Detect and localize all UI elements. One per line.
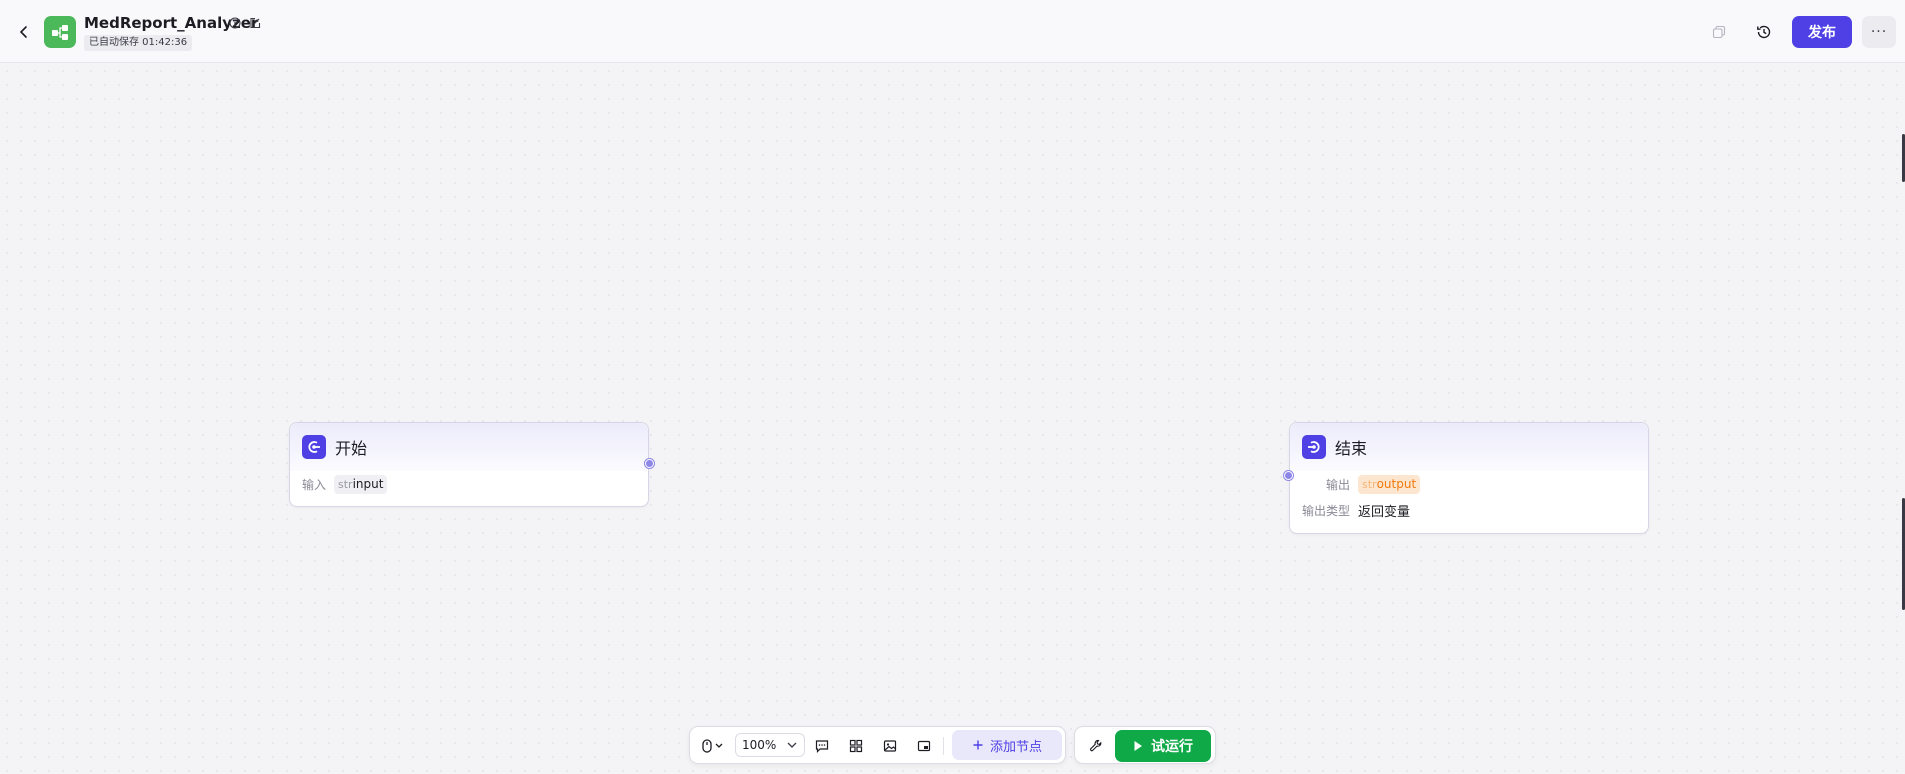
history-icon xyxy=(1757,25,1771,39)
start-input-variable: str input xyxy=(334,474,388,494)
start-node-title: 开始 xyxy=(335,439,368,458)
autosave-badge: 已自动保存 01:42:36 xyxy=(84,35,193,51)
canvas-toolbar: 100% 添加节点 xyxy=(689,726,1066,764)
comment-button[interactable] xyxy=(812,736,832,756)
workflow-icon xyxy=(52,25,68,40)
edit-icon[interactable] xyxy=(248,15,262,31)
trial-run-button[interactable]: 试运行 xyxy=(1115,730,1211,762)
start-output-port[interactable] xyxy=(645,459,654,468)
more-icon: ··· xyxy=(1870,24,1888,40)
chevron-down-icon xyxy=(787,742,797,748)
history-button[interactable] xyxy=(1754,22,1774,42)
start-icon xyxy=(302,435,326,459)
workflow-canvas[interactable]: 开始 输入 str input 结束 输出 str output 输出类型 返回… xyxy=(0,64,1905,774)
comment-icon xyxy=(815,740,829,753)
chevron-left-icon xyxy=(19,26,27,38)
zoom-select[interactable]: 100% xyxy=(735,733,805,757)
start-node[interactable]: 开始 输入 str input xyxy=(289,422,654,507)
end-output-type-value: 返回变量 xyxy=(1358,504,1411,520)
copy-icon xyxy=(1712,25,1726,39)
end-node[interactable]: 结束 输出 str output 输出类型 返回变量 xyxy=(1284,422,1649,534)
run-toolbar: 试运行 xyxy=(1074,726,1216,764)
minimap-icon xyxy=(917,740,931,752)
image-export-button[interactable] xyxy=(880,736,900,756)
image-icon xyxy=(883,740,897,752)
debug-settings-button[interactable] xyxy=(1086,736,1106,756)
top-bar: MedReport_Analyzer 已自动保存 01:42:36 发布 ··· xyxy=(0,0,1905,63)
publish-button[interactable]: 发布 xyxy=(1792,16,1852,48)
zoom-value: 100% xyxy=(742,738,777,752)
layout-button[interactable] xyxy=(846,736,866,756)
play-icon xyxy=(1134,741,1142,751)
end-output-variable: str output xyxy=(1358,474,1421,494)
back-button[interactable] xyxy=(14,20,34,44)
app-logo xyxy=(44,16,76,48)
end-output-label: 输出 xyxy=(1326,477,1351,492)
wrench-icon xyxy=(1090,739,1102,752)
end-icon xyxy=(1302,435,1326,459)
start-input-label: 输入 xyxy=(302,477,327,492)
interaction-mode-button[interactable] xyxy=(698,736,728,756)
trial-run-label: 试运行 xyxy=(1151,739,1193,755)
copy-button[interactable] xyxy=(1709,22,1729,42)
toolbar-divider xyxy=(943,737,944,755)
end-output-type-label: 输出类型 xyxy=(1302,503,1351,518)
end-node-title: 结束 xyxy=(1335,439,1368,458)
mouse-icon xyxy=(702,739,723,753)
grid-layout-icon xyxy=(849,739,863,753)
end-input-port[interactable] xyxy=(1284,471,1293,480)
more-button[interactable]: ··· xyxy=(1862,16,1896,48)
add-node-label: 添加节点 xyxy=(989,739,1042,755)
add-node-button[interactable]: 添加节点 xyxy=(952,730,1062,760)
info-icon[interactable] xyxy=(228,15,242,31)
minimap-button[interactable] xyxy=(914,736,934,756)
plus-icon xyxy=(973,740,983,750)
